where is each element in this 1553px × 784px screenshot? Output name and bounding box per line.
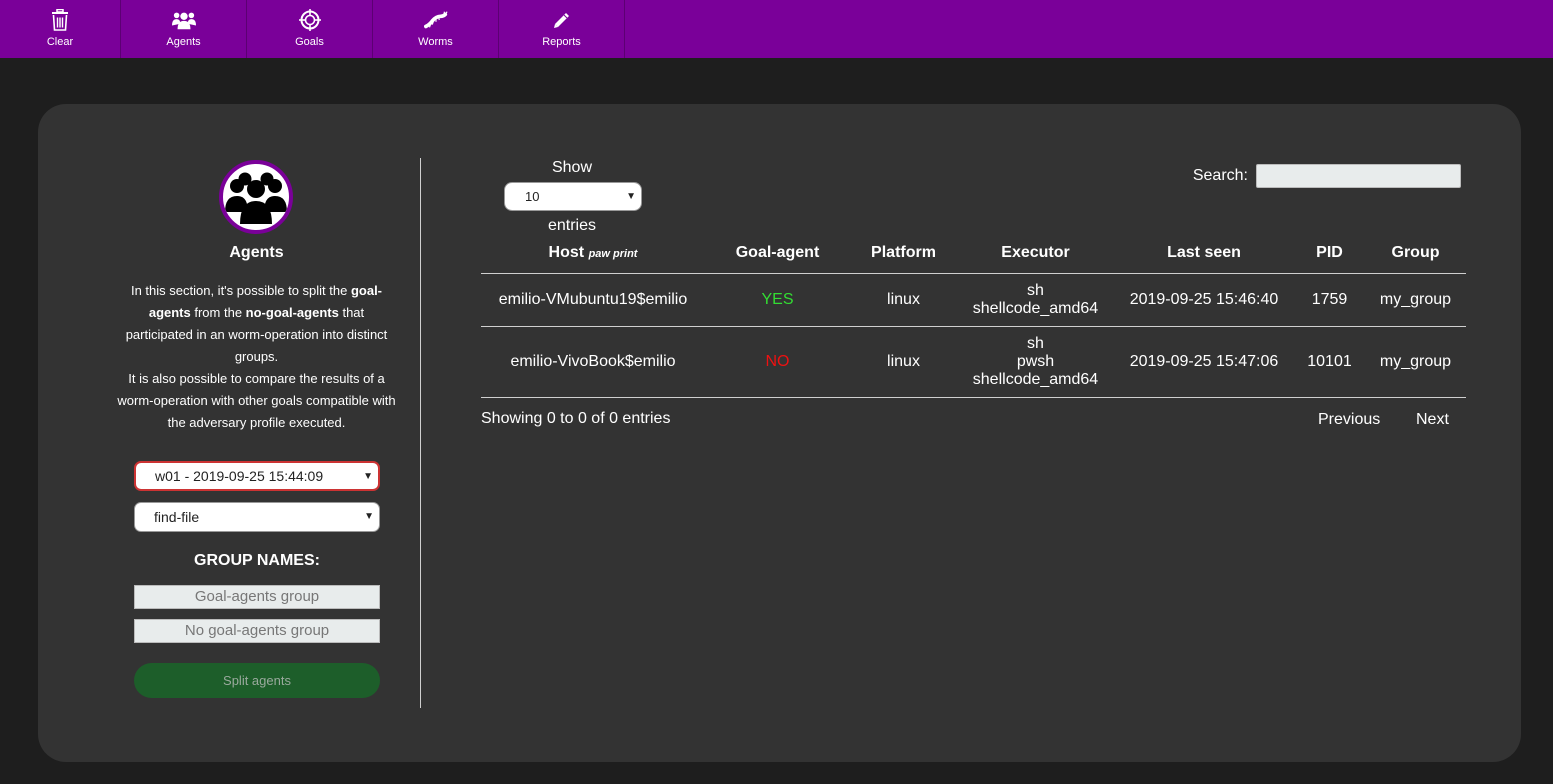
desc-bold: no-goal-agents (245, 305, 339, 320)
sidebar-title: Agents (229, 244, 284, 261)
caret-down-icon: ▼ (364, 511, 374, 522)
entries-label: entries (547, 217, 597, 234)
desc-text: It is also possible to compare the resul… (117, 371, 396, 430)
nav-goals[interactable]: Goals (247, 0, 373, 58)
executor-item: pwsh (1016, 352, 1055, 370)
cell-executor: sh pwsh shellcode_amd64 (957, 326, 1114, 398)
pencil-icon (550, 8, 574, 32)
col-executor[interactable]: Executor (957, 234, 1114, 274)
table-info: Showing 0 to 0 of 0 entries (481, 410, 671, 427)
cell-last-seen: 2019-09-25 15:47:06 (1114, 326, 1294, 398)
worm-icon (423, 8, 448, 32)
goal-agents-group-input[interactable]: Goal-agents group (134, 585, 380, 609)
col-pid[interactable]: PID (1294, 234, 1365, 274)
agents-sidebar: Agents In this section, it's possible to… (38, 104, 420, 762)
cell-group: my_group (1365, 326, 1466, 398)
no-goal-agents-group-input[interactable]: No goal-agents group (134, 619, 380, 643)
goal-select-value: find-file (154, 509, 200, 525)
col-goal-agent[interactable]: Goal-agent (705, 234, 850, 274)
goal-select[interactable]: find-file ▼ (134, 502, 380, 532)
vertical-divider (420, 158, 421, 708)
crosshair-icon (298, 8, 322, 32)
col-group[interactable]: Group (1365, 234, 1466, 274)
cell-goal-agent: YES (705, 273, 850, 327)
col-host[interactable]: Host paw print (481, 234, 705, 274)
executor-item: shellcode_amd64 (972, 370, 1099, 388)
nav-label: Worms (418, 36, 453, 48)
cell-platform: linux (850, 273, 957, 327)
nav-label: Reports (542, 36, 581, 48)
table-header-row: Host paw print Goal-agent Platform Execu… (481, 234, 1466, 274)
caret-down-icon: ▼ (626, 191, 636, 202)
col-last-seen[interactable]: Last seen (1114, 234, 1294, 274)
show-label: Show (551, 159, 593, 176)
sidebar-description: In this section, it's possible to split … (114, 280, 399, 434)
col-platform[interactable]: Platform (850, 234, 957, 274)
cell-platform: linux (850, 326, 957, 398)
cell-pid: 10101 (1294, 326, 1365, 398)
group-names-title: GROUP NAMES: (194, 552, 320, 569)
nav-label: Goals (295, 36, 324, 48)
page-size-select[interactable]: 10 ▼ (504, 182, 642, 211)
previous-page-button[interactable]: Previous (1318, 411, 1380, 429)
cell-last-seen: 2019-09-25 15:46:40 (1114, 273, 1294, 327)
nav-label: Agents (166, 36, 201, 48)
executor-item: shellcode_amd64 (972, 299, 1099, 317)
cell-group: my_group (1365, 273, 1466, 327)
agents-card: Agents In this section, it's possible to… (38, 104, 1521, 762)
cell-goal-agent: NO (705, 326, 850, 398)
nav-agents[interactable]: Agents (121, 0, 247, 58)
col-host-sublabel: paw print (588, 248, 638, 261)
search-label: Search: (1192, 167, 1248, 184)
page-size-value: 10 (525, 189, 540, 204)
nav-reports[interactable]: Reports (499, 0, 625, 58)
cell-host: emilio-VMubuntu19$emilio (481, 273, 705, 327)
desc-text: In this section, it's possible to split … (130, 283, 351, 298)
users-avatar-icon (219, 160, 293, 234)
table-row[interactable]: emilio-VivoBook$emilio NO linux sh pwsh … (481, 326, 1466, 398)
table-row[interactable]: emilio-VMubuntu19$emilio YES linux sh sh… (481, 273, 1466, 327)
nav-clear[interactable]: Clear (0, 0, 121, 58)
nav-worms[interactable]: Worms (373, 0, 499, 58)
col-host-label: Host (548, 244, 585, 262)
cell-pid: 1759 (1294, 273, 1365, 327)
operation-select-value: w01 - 2019-09-25 15:44:09 (155, 468, 324, 484)
search-input[interactable] (1256, 164, 1461, 188)
users-icon (171, 8, 196, 32)
operation-select[interactable]: w01 - 2019-09-25 15:44:09 ▼ (134, 461, 380, 491)
agents-table: Host paw print Goal-agent Platform Execu… (481, 234, 1466, 398)
next-page-button[interactable]: Next (1416, 411, 1449, 429)
top-nav: Clear Agents Goals Worms Reports (0, 0, 1553, 58)
executor-item: sh (1027, 334, 1044, 352)
cell-host: emilio-VivoBook$emilio (481, 326, 705, 398)
executor-item: sh (1027, 281, 1044, 299)
split-agents-button[interactable]: Split agents (134, 663, 380, 698)
nav-label: Clear (46, 36, 74, 48)
cell-executor: sh shellcode_amd64 (957, 273, 1114, 327)
desc-text: from the (190, 305, 246, 320)
caret-down-icon: ▼ (363, 471, 373, 482)
trash-icon (48, 8, 72, 32)
